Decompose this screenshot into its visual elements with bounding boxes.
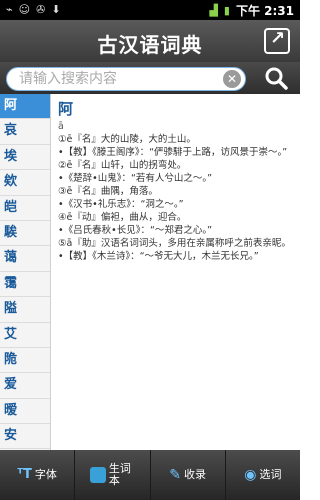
sidebar-item[interactable]: 蔼	[0, 246, 50, 272]
entry-line: ②ē『名』山轩，山的拐弯处。	[58, 160, 187, 171]
sidebar-item[interactable]: 安	[0, 424, 50, 450]
tab-font[interactable]: ᵀT 字体	[0, 450, 76, 500]
select-word-icon: ◉	[244, 467, 257, 483]
sidebar-item[interactable]: 艾	[0, 323, 50, 348]
sidebar-item[interactable]: 埃	[0, 145, 50, 171]
entry-headword: 阿	[58, 100, 74, 118]
search-bar: ✕	[0, 62, 300, 94]
entry-content: 阿 ā ①ē『名』大的山陵，大的土山。 •【教】《滕王阁序》：“俨骖騑于上路，访…	[58, 98, 294, 448]
notification-icons: ⌁ ☺ ✇ ⬇	[6, 3, 61, 16]
tab-label: 收录	[183, 468, 206, 481]
sidebar-item[interactable]: 阿	[0, 94, 50, 120]
app-title: 古汉语词典	[97, 33, 203, 57]
download-icon: ⬇	[51, 3, 61, 16]
sidebar-item[interactable]: 隘	[0, 297, 50, 323]
status-bar: ⌁ ☺ ✇ ⬇ ▟ ▮ 下午 2:31	[0, 0, 300, 20]
entry-line: •《楚辞•山鬼》：“若有人兮山之～。”	[58, 173, 213, 184]
tab-label: 生词本	[108, 462, 131, 487]
battery-icon: ▮	[223, 4, 230, 17]
book-icon	[89, 467, 106, 483]
entry-line: ①ē『名』大的山陵，大的土山。	[58, 134, 196, 145]
search-input[interactable]	[19, 70, 209, 88]
font-size-icon: ᵀT	[17, 467, 32, 482]
bookmark-icon: ✎	[169, 467, 181, 483]
sidebar-item[interactable]: 欸	[0, 170, 50, 196]
signal-icon: ▟	[209, 4, 218, 17]
entry-line: •《吕氏春秋•长见》：“～郑君之心。”	[58, 225, 213, 236]
share-icon[interactable]	[264, 28, 290, 54]
sidebar-item[interactable]: 暧	[0, 399, 50, 425]
clock: 下午 2:31	[235, 4, 294, 18]
android-icon: ☺	[18, 3, 31, 16]
search-box: ✕	[6, 67, 246, 91]
entry-line: ③ē『名』曲隅，角落。	[58, 186, 158, 197]
entry-line: •【教】《木兰诗》：“～爷无大儿，木兰无长兄。”	[58, 251, 259, 262]
tab-vocabulary[interactable]: 生词本	[75, 450, 151, 500]
entry-line: ⑤ā『助』汉语名词词头，多用在亲属称呼之前表亲昵。	[58, 238, 291, 249]
entry-line: •【教】《滕王阁序》：“俨骖騑于上路，访风景于崇～。”	[58, 147, 288, 158]
sidebar-item[interactable]: 爱	[0, 373, 50, 399]
entry-pinyin: ā	[58, 121, 64, 132]
sidebar-item[interactable]: 皑	[0, 196, 50, 221]
sidebar-item[interactable]: 哀	[0, 119, 50, 145]
tab-label: 选词	[259, 468, 282, 481]
clear-icon[interactable]: ✕	[223, 70, 241, 88]
tab-select-word[interactable]: ◉ 选词	[226, 450, 300, 500]
entry-line: ④ē『动』偏袒，曲从，迎合。	[58, 212, 187, 223]
usb-icon: ⌁	[6, 3, 13, 16]
sidebar-item[interactable]: 霭	[0, 272, 50, 298]
sidebar-item[interactable]: 騃	[0, 221, 50, 247]
entry-line: •《汉书•礼乐志》：“洞之～。”	[58, 199, 184, 210]
title-bar: 古汉语词典	[0, 20, 300, 63]
debug-icon: ✇	[36, 3, 46, 16]
tab-collect[interactable]: ✎ 收录	[151, 450, 226, 500]
tab-label: 字体	[34, 468, 57, 481]
index-sidebar: 阿 哀 埃 欸 皑 騃 蔼 霭 隘 艾 陒 爱 暧 安 谙	[0, 94, 51, 450]
sidebar-item[interactable]: 陒	[0, 348, 50, 374]
search-icon[interactable]	[264, 66, 288, 90]
bottom-toolbar: ᵀT 字体 生词本 ✎ 收录 ◉ 选词	[0, 450, 300, 500]
